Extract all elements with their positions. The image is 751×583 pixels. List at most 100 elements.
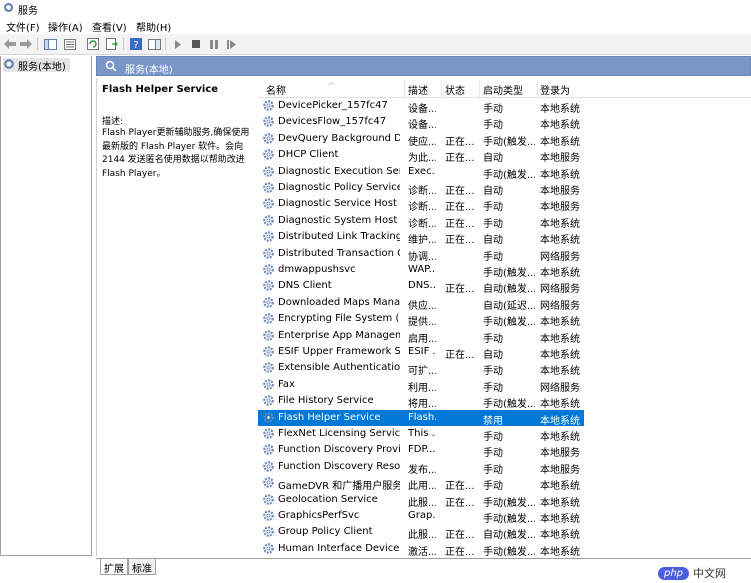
service-gear-icon bbox=[262, 378, 275, 391]
table-row[interactable]: GameDVR 和广播用户服务... 此用... 正在... 手动 本地系统 bbox=[258, 475, 584, 493]
table-row[interactable]: Encrypting File System (EFS) 提供... 手动(触发..… bbox=[258, 311, 584, 329]
service-gear-icon bbox=[262, 279, 275, 292]
service-gear-icon bbox=[262, 460, 275, 473]
menu-help[interactable]: 帮助(H) bbox=[136, 19, 171, 34]
service-description-cell: 协调... bbox=[408, 251, 436, 263]
service-gear-icon bbox=[262, 296, 275, 309]
table-row[interactable]: DHCP Client 为此... 正在... 自动 本地服务 bbox=[258, 147, 584, 165]
pane-header-title: 服务(本地) bbox=[125, 65, 173, 76]
column-header-description[interactable]: 描述 bbox=[408, 82, 428, 97]
menu-view[interactable]: 查看(V) bbox=[92, 19, 127, 34]
menu-action[interactable]: 操作(A) bbox=[48, 19, 83, 34]
tab-extended[interactable]: 扩展 bbox=[100, 559, 128, 575]
service-logon-cell: 本地系统 bbox=[540, 514, 580, 525]
service-description-cell: 诊断... bbox=[408, 202, 436, 214]
service-name-cell: Diagnostic Policy Service bbox=[278, 182, 400, 193]
service-status-cell: 正在... bbox=[445, 218, 475, 230]
service-name-cell: DevicePicker_157fc47 bbox=[278, 100, 388, 111]
table-row[interactable]: Downloaded Maps Manager 供应... 自动(延迟... 网络服务 bbox=[258, 295, 584, 312]
table-row[interactable]: Distributed Link Tracking C... 维护... 正在...… bbox=[258, 229, 584, 247]
service-startup-type-cell: 手动(触发... bbox=[483, 497, 535, 509]
service-description-cell: 使应... bbox=[408, 136, 436, 148]
help-icon[interactable]: ? bbox=[128, 36, 144, 52]
table-row[interactable]: Diagnostic Execution Service Exec... 手动(触发… bbox=[258, 164, 584, 181]
table-row[interactable]: Function Discovery Provide... FDP... 手动 本地服… bbox=[258, 442, 584, 460]
tree-item-services-local[interactable]: 服务(本地) bbox=[3, 58, 70, 73]
table-row[interactable]: dmwappushsvc WAP... 手动(触发... 本地系统 bbox=[258, 262, 584, 279]
service-description-cell: Flash... bbox=[408, 411, 436, 423]
tab-standard[interactable]: 标准 bbox=[128, 559, 156, 575]
service-logon-cell: 本地服务 bbox=[540, 448, 580, 460]
properties-pane-icon[interactable] bbox=[146, 36, 162, 52]
watermark-badge: php bbox=[658, 566, 690, 580]
service-gear-icon bbox=[262, 443, 275, 456]
column-header-status[interactable]: 状态 bbox=[445, 82, 465, 97]
list-view-icon[interactable] bbox=[62, 36, 78, 52]
table-row[interactable]: Enterprise App Manageme... 启用... 手动 本地系统 bbox=[258, 328, 584, 345]
service-logon-cell: 网络服务 bbox=[540, 382, 580, 394]
table-row[interactable]: Human Interface Device S... 激活... 正在... 手动(… bbox=[258, 541, 584, 558]
table-row[interactable]: Fax 利用... 手动 网络服务 bbox=[258, 377, 584, 394]
stop-service-icon[interactable] bbox=[188, 36, 204, 52]
service-gear-icon bbox=[262, 345, 275, 358]
service-description-cell: 诊断... bbox=[408, 218, 436, 230]
column-header-name[interactable]: 名称 bbox=[266, 82, 286, 97]
service-gear-icon bbox=[262, 214, 275, 227]
service-name-cell: Encrypting File System (EFS) bbox=[278, 313, 400, 325]
menu-file[interactable]: 文件(F) bbox=[6, 19, 40, 34]
table-row[interactable]: DevicePicker_157fc47 设备... 手动 本地系统 bbox=[258, 98, 584, 115]
table-row[interactable]: Function Discovery Resour... 发布... 手动 本地服务 bbox=[258, 459, 584, 476]
service-gear-icon bbox=[262, 493, 275, 506]
service-description-cell: 此服... bbox=[408, 530, 436, 542]
forward-arrow-icon[interactable] bbox=[18, 36, 34, 52]
service-name-cell: DHCP Client bbox=[278, 149, 339, 161]
service-gear-icon bbox=[262, 115, 275, 128]
table-row[interactable]: DevQuery Background Dis... 使应... 正在... 手动(触… bbox=[258, 131, 584, 148]
show-hide-console-tree-icon[interactable] bbox=[42, 36, 58, 52]
service-description-cell: 发布... bbox=[408, 464, 436, 476]
service-logon-cell: 本地系统 bbox=[540, 235, 580, 247]
service-logon-cell: 本地系统 bbox=[540, 104, 580, 115]
restart-service-icon[interactable] bbox=[224, 36, 240, 52]
pause-service-icon[interactable] bbox=[206, 36, 222, 52]
table-row[interactable]: Group Policy Client 此服... 正在... 自动(触发... 本地系… bbox=[258, 524, 584, 542]
service-startup-type-cell: 手动(触发... bbox=[483, 514, 535, 525]
table-row[interactable]: GraphicsPerfSvc Grap... 手动(触发... 本地系统 bbox=[258, 508, 584, 525]
column-header-logon-as[interactable]: 登录为 bbox=[540, 82, 570, 97]
refresh-icon[interactable] bbox=[85, 36, 101, 52]
service-status-cell: 正在... bbox=[445, 153, 475, 165]
table-row[interactable]: ESIF Upper Framework Ser... ESIF ... 正在...… bbox=[258, 344, 584, 361]
service-name-cell: GameDVR 和广播用户服务... bbox=[278, 481, 400, 493]
service-logon-cell: 本地服务 bbox=[540, 186, 580, 197]
service-status-cell: 正在... bbox=[445, 530, 475, 542]
service-gear-icon bbox=[262, 197, 275, 210]
service-logon-cell: 本地服务 bbox=[540, 202, 580, 214]
table-row[interactable]: DevicesFlow_157fc47 设备... 手动 本地系统 bbox=[258, 114, 584, 132]
service-name-cell: Human Interface Device S... bbox=[278, 542, 400, 554]
toolbar: ? bbox=[0, 34, 751, 55]
start-service-icon[interactable] bbox=[170, 36, 186, 52]
table-row[interactable]: Diagnostic System Host 诊断... 正在... 手动 本地系统 bbox=[258, 213, 584, 230]
service-startup-type-cell: 手动(触发... bbox=[483, 317, 535, 329]
table-row[interactable]: Diagnostic Policy Service 诊断... 正在... 自动 本地服… bbox=[258, 180, 584, 197]
service-startup-type-cell: 手动 bbox=[483, 120, 503, 132]
back-arrow-icon[interactable] bbox=[2, 36, 18, 52]
service-gear-icon bbox=[262, 230, 275, 243]
service-logon-cell: 网络服务 bbox=[540, 300, 580, 312]
service-description-cell: 将用... bbox=[408, 399, 436, 411]
sort-ascending-icon: ︿ bbox=[328, 78, 335, 86]
service-startup-type-cell: 自动(触发... bbox=[483, 530, 535, 542]
table-row[interactable]: FlexNet Licensing Service This ... 手动 本地系统 bbox=[258, 426, 584, 443]
table-row[interactable]: Extensible Authentication ... 可扩... 手动 本地系统 bbox=[258, 360, 584, 377]
table-row[interactable]: DNS Client DNS... 正在... 自动(触发... 网络服务 bbox=[258, 278, 584, 295]
table-row[interactable]: File History Service 将用... 手动(触发... 本地系统 bbox=[258, 393, 584, 411]
service-logon-cell: 本地服务 bbox=[540, 464, 580, 476]
export-list-icon[interactable] bbox=[104, 36, 120, 52]
table-row[interactable]: Diagnostic Service Host 诊断... 正在... 手动 本地服务 bbox=[258, 196, 584, 214]
service-gear-icon bbox=[262, 247, 275, 260]
column-header-startup-type[interactable]: 启动类型 bbox=[483, 82, 523, 97]
table-row[interactable]: Flash Helper Service Flash... 禁用 本地系统 bbox=[258, 409, 584, 427]
table-row[interactable]: Distributed Transaction Co... 协调... 手动 网络服务 bbox=[258, 246, 584, 263]
table-row[interactable]: Geolocation Service 此服... 正在... 手动(触发... 本地系… bbox=[258, 492, 584, 509]
service-status-cell: 正在... bbox=[445, 350, 475, 361]
